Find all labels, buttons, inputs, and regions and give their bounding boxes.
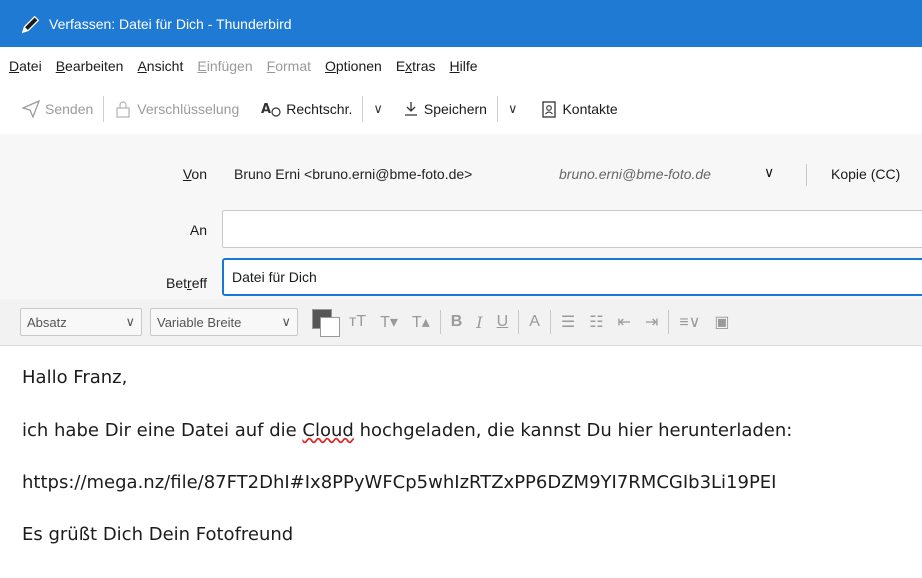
window-title: Verfassen: Datei für Dich - Thunderbird xyxy=(49,15,292,32)
bold-icon[interactable]: B xyxy=(444,313,470,331)
menu-optionen[interactable]: Optionen xyxy=(322,56,385,76)
bullet-list-icon[interactable]: ☰ xyxy=(554,312,582,332)
format-separator xyxy=(439,310,441,334)
subject-label: Betreff xyxy=(166,275,207,291)
send-icon xyxy=(22,100,40,118)
from-value[interactable]: Bruno Erni <bruno.erni@bme-foto.de> xyxy=(234,166,472,182)
text-style-icon[interactable]: A xyxy=(522,313,547,331)
pen-icon xyxy=(21,15,40,33)
download-icon xyxy=(404,102,417,116)
font-value: Variable Breite xyxy=(157,314,242,330)
format-separator xyxy=(549,310,551,334)
format-toolbar: Absatz ∨ Variable Breite ∨ ᴛT T▾ T▴ B I … xyxy=(0,299,922,346)
font-size-reset-icon[interactable]: ᴛT xyxy=(342,313,373,331)
save-label: Speichern xyxy=(423,101,487,117)
identity-chevron-down-icon[interactable]: ∨ xyxy=(764,164,774,181)
menu-extras[interactable]: Extras xyxy=(393,56,439,76)
font-select[interactable]: Variable Breite ∨ xyxy=(150,308,298,336)
spellcheck-chevron-down-icon[interactable]: ∨ xyxy=(367,101,389,117)
toolbar-separator xyxy=(103,96,105,122)
chevron-down-icon: ∨ xyxy=(125,314,135,329)
body-line: ich habe Dir eine Datei auf die Cloud ho… xyxy=(22,420,792,441)
header-separator xyxy=(806,164,807,186)
numbered-list-icon[interactable]: ☷ xyxy=(582,312,610,332)
lock-icon xyxy=(116,101,130,118)
closing-line: Es grüßt Dich Dein Fotofreund xyxy=(22,524,294,545)
from-row: Von Bruno Erni <bruno.erni@bme-foto.de> … xyxy=(0,154,922,194)
subject-field[interactable]: Datei für Dich xyxy=(222,258,922,296)
encryption-label: Verschlüsselung xyxy=(137,101,240,117)
save-button[interactable]: Speichern xyxy=(397,93,493,125)
paragraph-format-select[interactable]: Absatz ∨ xyxy=(20,308,142,336)
compose-headers: Von Bruno Erni <bruno.erni@bme-foto.de> … xyxy=(0,134,922,299)
paragraph-format-value: Absatz xyxy=(27,314,67,330)
menu-datei[interactable]: Datei xyxy=(6,56,45,76)
spellcheck-button[interactable]: A Rechtschr. xyxy=(255,93,358,125)
misspelled-word[interactable]: Cloud xyxy=(302,420,353,441)
body-text-after: hochgeladen, die kannst Du hier herunter… xyxy=(353,420,793,441)
download-link[interactable]: https://mega.nz/file/87FT2DhI#Ix8PPyWFCp… xyxy=(22,472,777,493)
contacts-button[interactable]: Kontakte xyxy=(535,93,623,125)
toolbar-separator xyxy=(496,96,498,122)
svg-text:A: A xyxy=(261,102,271,117)
address-book-icon xyxy=(542,100,557,118)
menu-bearbeiten[interactable]: Bearbeiten xyxy=(53,56,127,76)
chevron-down-icon: ∨ xyxy=(281,314,291,329)
underline-icon[interactable]: U xyxy=(490,313,516,331)
text-color-button[interactable] xyxy=(308,305,342,339)
italic-icon[interactable]: I xyxy=(469,313,489,332)
increase-font-size-icon[interactable]: T▴ xyxy=(405,312,437,332)
menu-ansicht[interactable]: Ansicht xyxy=(134,56,186,76)
to-field[interactable] xyxy=(222,210,922,248)
outdent-icon[interactable]: ⇤ xyxy=(611,312,638,332)
decrease-font-size-icon[interactable]: T▾ xyxy=(373,312,405,332)
format-separator xyxy=(668,310,670,334)
align-icon[interactable]: ≡∨ xyxy=(672,312,707,332)
spellcheck-icon: A xyxy=(261,102,281,117)
window-titlebar: Verfassen: Datei für Dich - Thunderbird xyxy=(0,0,922,47)
greeting-line: Hallo Franz, xyxy=(22,367,128,388)
save-chevron-down-icon[interactable]: ∨ xyxy=(502,101,524,117)
encryption-button[interactable]: Verschlüsselung xyxy=(108,93,245,125)
menu-bar: Datei Bearbeiten Ansicht Einfügen Format… xyxy=(0,47,922,84)
indent-icon[interactable]: ⇥ xyxy=(638,312,665,332)
menu-einfuegen[interactable]: Einfügen xyxy=(194,56,255,76)
send-label: Senden xyxy=(45,101,94,117)
contacts-label: Kontakte xyxy=(562,101,618,117)
menu-hilfe[interactable]: Hilfe xyxy=(447,56,481,76)
spellcheck-label: Rechtschr. xyxy=(286,101,353,117)
background-color-swatch xyxy=(320,317,340,337)
toolbar-separator xyxy=(362,96,364,122)
send-button[interactable]: Senden xyxy=(16,93,99,125)
from-label: Von xyxy=(182,166,207,182)
cc-button[interactable]: Kopie (CC) xyxy=(831,166,900,182)
insert-image-icon[interactable]: ▣ xyxy=(707,312,736,332)
body-text-before: ich habe Dir eine Datei auf die xyxy=(22,420,303,441)
format-separator xyxy=(518,310,520,334)
menu-format[interactable]: Format xyxy=(264,56,314,76)
compose-toolbar: Senden Verschlüsselung A Rechtschr. ∨ Sp… xyxy=(0,84,922,135)
to-label: An xyxy=(189,222,207,238)
from-identity[interactable]: bruno.erni@bme-foto.de xyxy=(559,166,711,182)
